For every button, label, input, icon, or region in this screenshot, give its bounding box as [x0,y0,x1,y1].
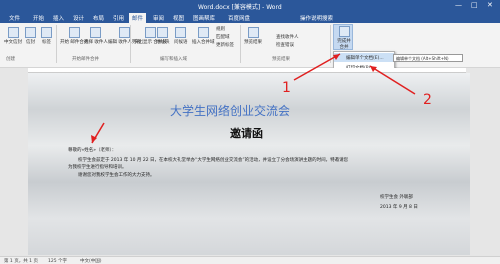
word-count: 125 个字 [48,259,68,264]
page-count: 第 1 页，共 1 页 [4,259,38,264]
annotation-number-1: 1 [282,80,291,96]
status-bar: 第 1 页，共 1 页 125 个字 中文(中国) [0,256,500,264]
annotation-arrows [91,53,416,144]
language: 中文(中国) [80,259,102,264]
arrow-1-line [293,53,341,81]
arrow-2-line [369,65,416,95]
annotation-number-2: 2 [423,92,432,108]
